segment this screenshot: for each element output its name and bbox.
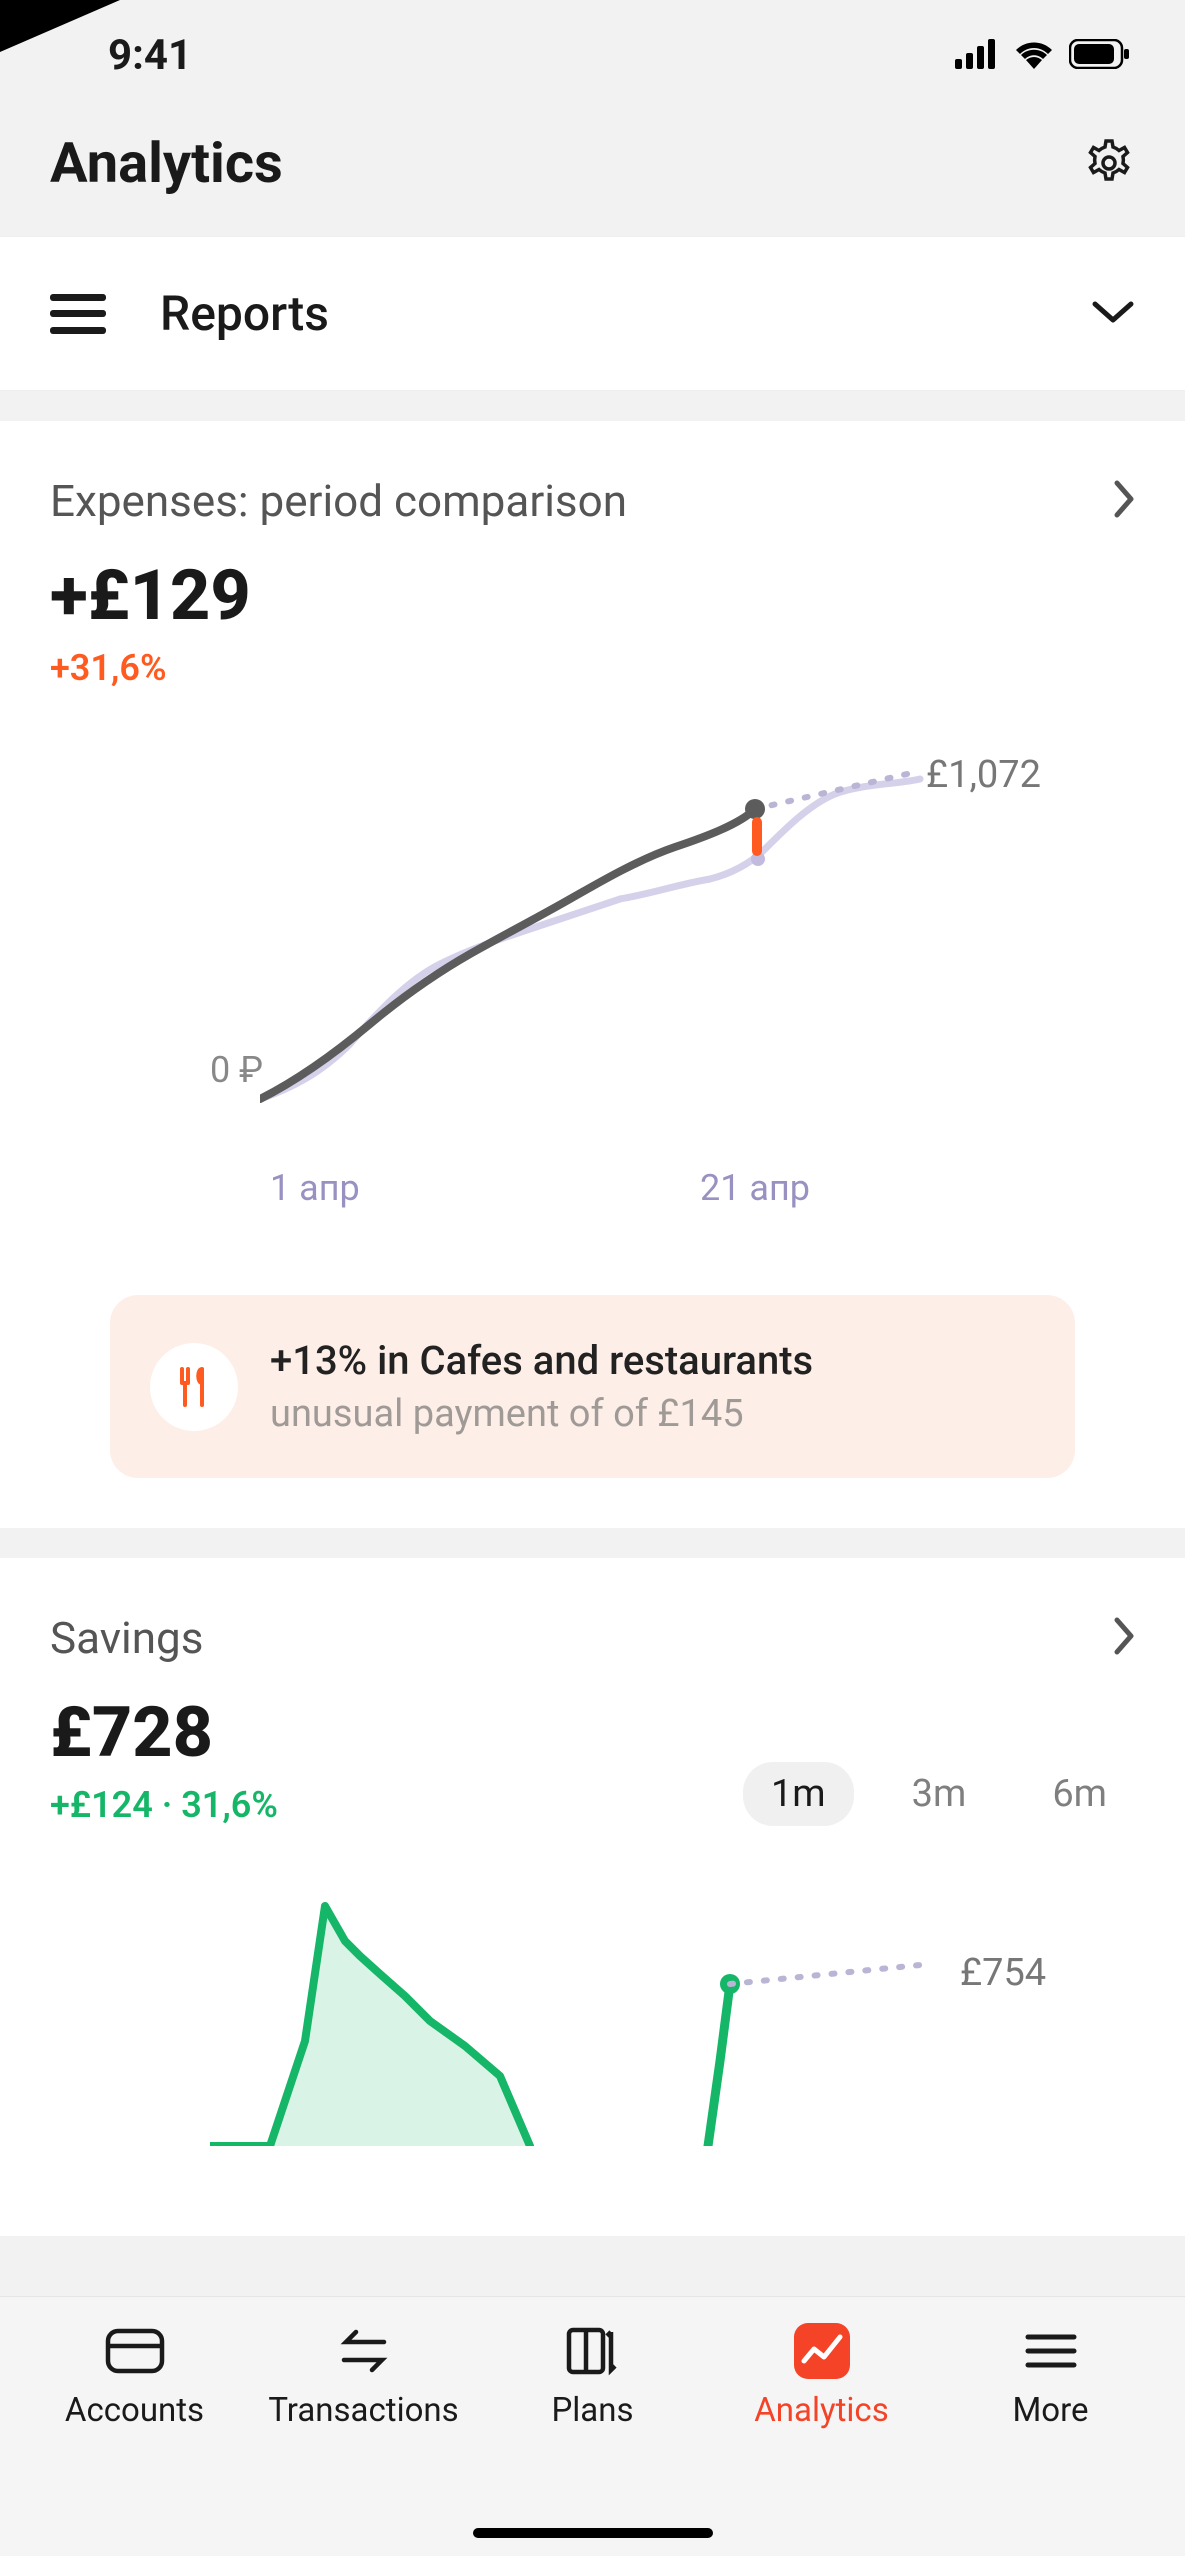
savings-amount: £728: [50, 1692, 278, 1774]
battery-icon: [1069, 31, 1131, 80]
tab-plans[interactable]: Plans: [503, 2325, 683, 2430]
time-range-pills: 1m 3m 6m: [743, 1762, 1135, 1826]
reports-title: Reports: [160, 285, 329, 342]
cellular-icon: [955, 31, 999, 80]
status-bar: 9:41: [0, 0, 1185, 110]
tab-accounts[interactable]: Accounts: [45, 2325, 225, 2430]
tab-label: More: [1012, 2391, 1088, 2430]
expenses-line-chart: [260, 729, 980, 1109]
insight-subtext: unusual payment of of £145: [270, 1392, 813, 1436]
settings-icon[interactable]: [1083, 137, 1135, 189]
chart-start-label: 0 ₽: [210, 1049, 263, 1091]
card-icon: [104, 2325, 166, 2377]
more-icon: [1020, 2325, 1082, 2377]
tab-analytics[interactable]: Analytics: [732, 2325, 912, 2430]
tab-transactions[interactable]: Transactions: [274, 2325, 454, 2430]
savings-chart: £754: [50, 1886, 1135, 2186]
savings-card: Savings £728 +£124 · 31,6% 1m 3m 6m £754: [0, 1558, 1185, 2236]
expenses-header[interactable]: Expenses: period comparison: [50, 475, 1135, 527]
transfer-icon: [333, 2325, 395, 2377]
tab-label: Analytics: [754, 2391, 888, 2430]
savings-title: Savings: [50, 1612, 203, 1664]
savings-chart-end-label: £754: [960, 1951, 1046, 1995]
restaurant-icon: [150, 1343, 238, 1431]
status-time: 9:41: [108, 31, 192, 80]
tab-label: Transactions: [268, 2391, 458, 2430]
chevron-right-icon: [1113, 1616, 1135, 1660]
chevron-down-icon[interactable]: [1091, 298, 1135, 330]
plans-icon: [562, 2325, 624, 2377]
pill-3m[interactable]: 3m: [884, 1762, 995, 1826]
analytics-icon: [791, 2325, 853, 2377]
hamburger-icon[interactable]: [50, 294, 106, 334]
wifi-icon: [1013, 31, 1055, 80]
expenses-change: +31,6%: [50, 647, 1135, 689]
insight-card[interactable]: +13% in Cafes and restaurants unusual pa…: [110, 1295, 1075, 1478]
tab-bar: Accounts Transactions Plans Analytics Mo…: [0, 2296, 1185, 2556]
pill-6m[interactable]: 6m: [1024, 1762, 1135, 1826]
page-title: Analytics: [50, 130, 283, 196]
savings-change: +£124 · 31,6%: [50, 1784, 278, 1826]
tab-label: Accounts: [65, 2391, 204, 2430]
reports-selector[interactable]: Reports: [0, 236, 1185, 391]
pill-1m[interactable]: 1m: [743, 1762, 854, 1826]
page-header: Analytics: [0, 110, 1185, 236]
home-indicator[interactable]: [473, 2528, 713, 2538]
savings-area-chart: [210, 1886, 930, 2146]
chart-x-tick: 21 апр: [700, 1167, 810, 1209]
chart-x-tick: 1 апр: [270, 1167, 360, 1209]
chevron-right-icon: [1113, 479, 1135, 523]
insight-headline: +13% in Cafes and restaurants: [270, 1337, 813, 1384]
expenses-amount: +£129: [50, 555, 1135, 637]
expenses-chart: £1,072 0 ₽ 1 апр 21 апр: [50, 729, 1135, 1209]
tab-label: Plans: [551, 2391, 633, 2430]
expenses-title: Expenses: period comparison: [50, 475, 627, 527]
savings-header[interactable]: Savings: [50, 1612, 1135, 1664]
tab-more[interactable]: More: [961, 2325, 1141, 2430]
expenses-card: Expenses: period comparison +£129 +31,6%…: [0, 421, 1185, 1528]
